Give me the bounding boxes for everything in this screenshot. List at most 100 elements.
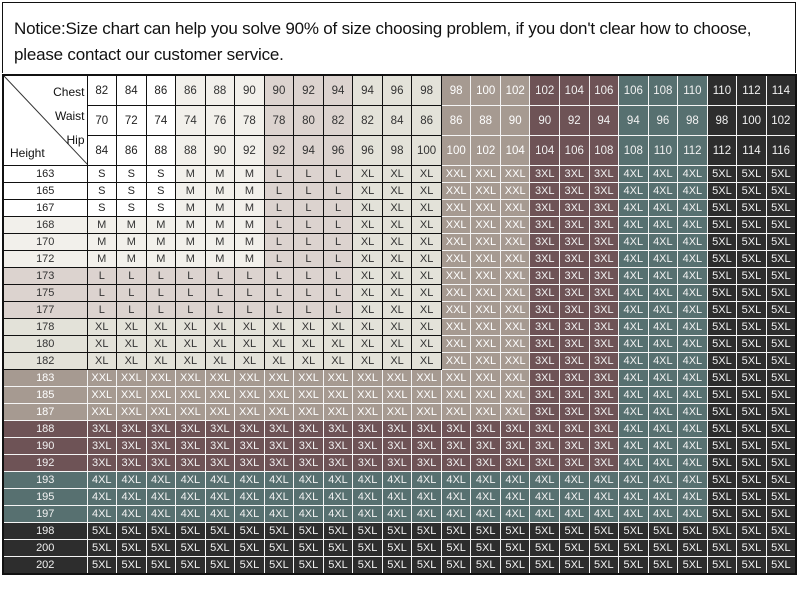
size-row: 182 XL XL XL XL XL XL XL XL XL XL XL XL XXL XXL XXL 3XL 3…: [2, 352, 797, 370]
size-cell: 4XL: [411, 488, 442, 506]
size-cell: XXL: [352, 386, 383, 404]
size-cell: 4XL: [647, 284, 679, 302]
size-cell: L: [293, 284, 324, 302]
size-cell: S: [116, 182, 147, 200]
size-cell: 5XL: [293, 539, 324, 557]
size-cell: 4XL: [618, 471, 649, 489]
size-cell: 3XL: [234, 454, 265, 472]
size-cell: 4XL: [529, 488, 560, 506]
size-cell: M: [116, 250, 147, 268]
waist-measurement-cell: 90: [499, 105, 531, 136]
chest-measurement-cell: 110: [706, 74, 738, 106]
size-cell: 5XL: [765, 437, 797, 455]
size-cell: XXL: [499, 369, 531, 387]
size-cell: L: [86, 284, 118, 302]
size-chart-notice: Notice:Size chart can help you solve 90%…: [2, 2, 796, 73]
size-cell: XL: [352, 318, 383, 336]
size-cell: 4XL: [647, 488, 679, 506]
size-cell: XXL: [175, 403, 206, 421]
size-cell: 4XL: [647, 199, 679, 217]
chest-measurement-cell: 86: [175, 74, 206, 106]
size-cell: 4XL: [677, 182, 708, 200]
size-cell: 3XL: [588, 284, 620, 302]
size-row: 178 XL XL XL XL XL XL XL XL XL XL XL XL XXL XXL XXL 3XL 3…: [2, 318, 797, 336]
size-cell: 5XL: [175, 556, 206, 575]
size-cell: L: [263, 216, 295, 234]
hip-measurement-cell: 114: [736, 135, 767, 166]
size-cell: 3XL: [529, 250, 560, 268]
size-cell: 4XL: [204, 488, 236, 506]
size-cell: 5XL: [706, 454, 738, 472]
size-cell: XXL: [263, 403, 295, 421]
size-cell: XXL: [175, 386, 206, 404]
size-cell: 5XL: [647, 539, 679, 557]
size-cell: XXL: [470, 182, 501, 200]
size-row: 192 3XL 3XL 3XL 3XL 3XL 3XL 3XL 3XL 3XL 3XL 3XL 3XL 3…: [2, 454, 797, 472]
size-cell: 5XL: [736, 199, 767, 217]
size-cell: XL: [411, 335, 442, 353]
size-cell: 4XL: [381, 488, 413, 506]
size-cell: 4XL: [618, 386, 649, 404]
size-cell: 4XL: [440, 488, 472, 506]
size-cell: 5XL: [647, 522, 679, 540]
size-cell: 5XL: [736, 556, 767, 575]
hip-measurement-cell: 102: [470, 135, 501, 166]
size-cell: XXL: [470, 386, 501, 404]
size-cell: 4XL: [352, 505, 383, 523]
size-row: 190 3XL 3XL 3XL 3XL 3XL 3XL 3XL 3XL 3XL 3XL 3XL 3XL 3…: [2, 437, 797, 455]
size-cell: 5XL: [736, 505, 767, 523]
size-cell: 5XL: [706, 182, 738, 200]
size-cell: XL: [411, 301, 442, 319]
size-cell: L: [293, 216, 324, 234]
size-cell: 3XL: [559, 182, 590, 200]
size-cell: 4XL: [647, 403, 679, 421]
height-cell: 175: [2, 284, 88, 302]
size-cell: XL: [411, 199, 442, 217]
size-cell: L: [293, 199, 324, 217]
size-cell: 5XL: [470, 522, 501, 540]
size-cell: 3XL: [588, 250, 620, 268]
size-cell: 4XL: [677, 216, 708, 234]
size-cell: L: [322, 199, 354, 217]
size-cell: L: [263, 233, 295, 251]
size-cell: 4XL: [352, 488, 383, 506]
height-cell: 178: [2, 318, 88, 336]
height-cell: 200: [2, 539, 88, 557]
height-cell: 180: [2, 335, 88, 353]
size-cell: XXL: [440, 284, 472, 302]
size-cell: M: [116, 233, 147, 251]
size-cell: 5XL: [677, 539, 708, 557]
size-cell: L: [175, 301, 206, 319]
size-cell: XXL: [440, 369, 472, 387]
size-cell: 3XL: [204, 454, 236, 472]
size-cell: 5XL: [736, 216, 767, 234]
size-cell: L: [293, 267, 324, 285]
size-cell: XL: [322, 352, 354, 370]
size-cell: M: [175, 216, 206, 234]
size-cell: XXL: [499, 250, 531, 268]
size-cell: XL: [234, 318, 265, 336]
size-cell: XXL: [204, 403, 236, 421]
size-cell: 4XL: [618, 505, 649, 523]
size-cell: L: [322, 250, 354, 268]
size-cell: XXL: [499, 216, 531, 234]
waist-measurement-cell: 74: [145, 105, 177, 136]
size-cell: 4XL: [618, 267, 649, 285]
size-cell: 4XL: [411, 505, 442, 523]
size-cell: M: [204, 233, 236, 251]
size-cell: XL: [204, 335, 236, 353]
size-cell: 5XL: [293, 556, 324, 575]
size-row: 188 3XL 3XL 3XL 3XL 3XL 3XL 3XL 3XL 3XL 3XL 3XL 3XL 3…: [2, 420, 797, 438]
size-cell: XXL: [86, 403, 118, 421]
size-cell: XXL: [499, 318, 531, 336]
chest-measurement-cell: 90: [263, 74, 295, 106]
size-cell: 4XL: [499, 505, 531, 523]
size-cell: XXL: [470, 318, 501, 336]
size-cell: XXL: [234, 369, 265, 387]
size-cell: 5XL: [263, 539, 295, 557]
height-cell: 197: [2, 505, 88, 523]
size-cell: M: [116, 216, 147, 234]
size-cell: 4XL: [618, 352, 649, 370]
height-cell: 190: [2, 437, 88, 455]
chest-measurement-cell: 88: [204, 74, 236, 106]
